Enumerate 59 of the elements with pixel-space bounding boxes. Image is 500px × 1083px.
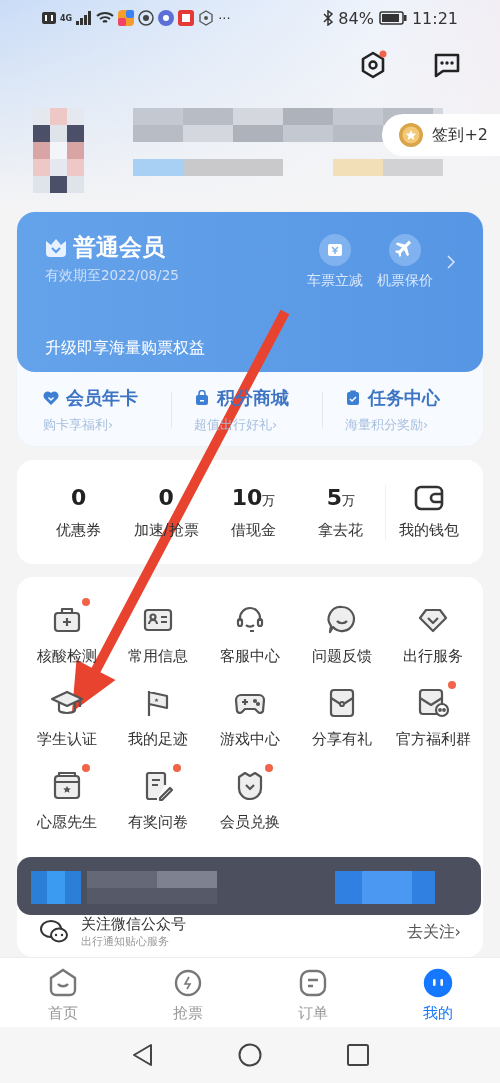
perk-label: 机票保价 — [377, 272, 433, 290]
service-item[interactable]: 官方福利群 — [387, 678, 479, 749]
coin-icon — [398, 122, 425, 148]
service-item[interactable]: 游戏中心 — [204, 678, 296, 749]
network-label: 4G — [60, 13, 73, 23]
ticket-icon — [319, 234, 351, 266]
upgrade-text: 升级即享海量购票权益 — [45, 338, 206, 359]
app-icon — [138, 10, 155, 26]
app-icon — [198, 10, 215, 26]
wallet-icon — [414, 484, 445, 511]
face-icon — [422, 968, 453, 998]
chevron-right-icon — [447, 255, 455, 269]
wallet-button[interactable]: 我的钱包 — [384, 484, 474, 540]
wallet-stat[interactable]: 5万 拿去花 — [297, 484, 385, 540]
recents-icon[interactable] — [347, 1044, 369, 1066]
crown-icon — [45, 237, 67, 258]
follow-link[interactable]: 去关注› — [406, 921, 461, 943]
expiry-date: 有效期至2022/08/25 — [45, 267, 179, 285]
clipboard-icon — [345, 390, 361, 406]
bag-icon — [194, 390, 210, 406]
service-item[interactable]: 客服中心 — [204, 595, 296, 666]
battery-icon — [378, 11, 407, 25]
service-item[interactable]: 心愿先生 — [21, 761, 113, 832]
order-icon — [297, 968, 328, 998]
wallet-stat[interactable]: 0 优惠券 — [35, 484, 123, 540]
wallet-stat[interactable]: 10万 借现金 — [209, 484, 298, 540]
checkin-button[interactable]: 签到+2 — [382, 114, 500, 156]
service-item[interactable]: 会员兑换 — [204, 761, 296, 832]
more-notifications: ··· — [218, 10, 231, 26]
app-icon — [178, 10, 195, 26]
bluetooth-icon — [323, 10, 334, 26]
service-item[interactable]: 问题反馈 — [295, 595, 388, 666]
group-icon — [416, 686, 451, 720]
service-item[interactable]: 出行服务 — [387, 595, 479, 666]
wechat-icon — [39, 919, 69, 945]
home-icon[interactable] — [238, 1043, 262, 1067]
clock: 11:21 — [411, 8, 458, 28]
perk-label: 车票立减 — [307, 272, 363, 290]
membership-title: 普通会员 — [73, 233, 165, 262]
service-item[interactable]: 分享有礼 — [295, 678, 388, 749]
service-item[interactable]: 有奖问卷 — [112, 761, 205, 832]
signal-icon — [76, 11, 93, 25]
home-icon — [47, 968, 78, 998]
app-icon — [118, 10, 135, 26]
plane-icon — [389, 234, 421, 266]
follow-title: 关注微信公众号 — [81, 915, 187, 934]
service-item[interactable]: 学生认证 — [21, 678, 113, 749]
member-link[interactable]: 任务中心 海量积分奖励› — [345, 386, 473, 434]
battery-percent: 84% — [338, 8, 374, 28]
wifi-icon — [96, 11, 115, 25]
follow-subtitle: 出行通知贴心服务 — [81, 935, 170, 949]
hd-icon — [42, 12, 56, 24]
app-icon — [158, 10, 175, 26]
tab[interactable]: 我的 — [375, 958, 500, 1028]
service-item[interactable]: 我的足迹 — [112, 678, 205, 749]
member-link[interactable]: 会员年卡 购卡享福利› — [43, 386, 171, 434]
bolt-icon — [172, 968, 203, 998]
back-icon[interactable] — [131, 1043, 153, 1067]
heart-icon — [43, 390, 59, 406]
